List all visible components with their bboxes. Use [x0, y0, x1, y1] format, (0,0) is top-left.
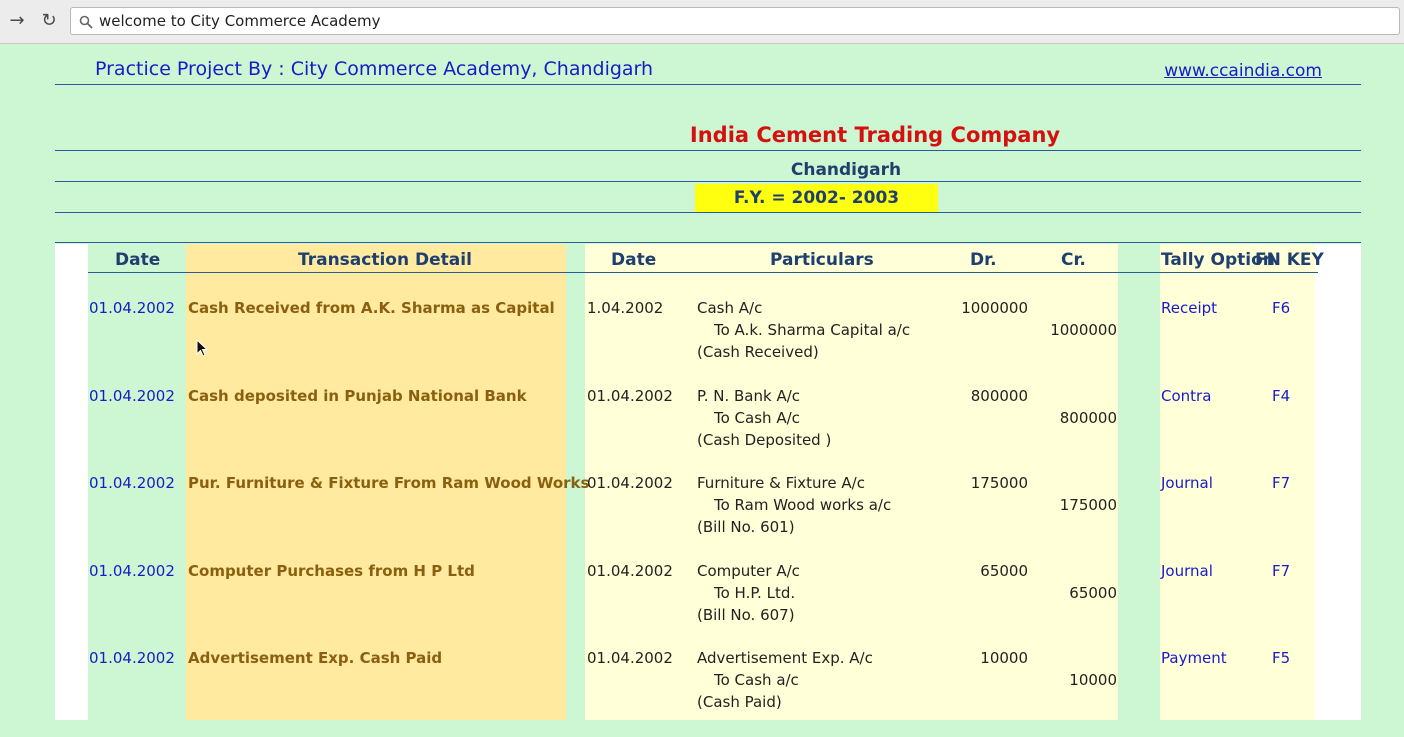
row-entry-date: 1.04.2002 [587, 299, 664, 317]
divider [55, 181, 1361, 182]
row-debit-account: P. N. Bank A/c [697, 387, 801, 405]
mouse-pointer-icon [196, 339, 208, 357]
divider [55, 150, 1361, 151]
row-date: 01.04.2002 [89, 562, 175, 580]
spreadsheet-page: Practice Project By : City Commerce Acad… [0, 44, 1404, 720]
row-credit-account: To H.P. Ltd. [714, 584, 796, 602]
website-link[interactable]: www.ccaindia.com [1164, 61, 1322, 81]
company-city: Chandigarh [790, 160, 902, 180]
row-entry-date: 01.04.2002 [587, 562, 673, 580]
row-debit-account: Advertisement Exp. A/c [697, 649, 873, 667]
row-debit-amount: 175000 [970, 474, 1028, 492]
row-fn-key: F7 [1272, 562, 1291, 580]
row-tally-option: Journal [1161, 562, 1213, 580]
row-debit-account: Computer A/c [697, 562, 800, 580]
table-row: 01.04.2002 Advertisement Exp. Cash Paid … [0, 649, 1404, 737]
reload-icon[interactable]: ↻ [38, 10, 60, 32]
table-row: 01.04.2002 Computer Purchases from H P L… [0, 562, 1404, 650]
row-tally-option: Receipt [1161, 299, 1218, 317]
row-fn-key: F7 [1272, 474, 1291, 492]
address-input[interactable] [99, 10, 1379, 32]
row-entry-date: 01.04.2002 [587, 474, 673, 492]
row-narration: (Cash Paid) [697, 693, 782, 711]
forward-arrow-icon[interactable]: → [6, 10, 28, 32]
table-row: 01.04.2002 Cash deposited in Punjab Nati… [0, 387, 1404, 475]
header-transaction-detail: Transaction Detail [298, 250, 472, 270]
row-credit-amount: 800000 [1059, 409, 1117, 427]
row-credit-account: To Cash a/c [714, 671, 799, 689]
row-credit-account: To A.k. Sharma Capital a/c [714, 321, 911, 339]
row-credit-account: To Cash A/c [714, 409, 800, 427]
row-credit-amount: 175000 [1059, 496, 1117, 514]
header-fn-key: FN KEY [1255, 250, 1324, 270]
row-debit-amount: 1000000 [961, 299, 1028, 317]
table-row: 01.04.2002 Pur. Furniture & Fixture From… [0, 474, 1404, 562]
row-date: 01.04.2002 [89, 299, 175, 317]
row-fn-key: F6 [1272, 299, 1291, 317]
financial-year: F.Y. = 2002- 2003 [695, 184, 938, 212]
row-date: 01.04.2002 [89, 387, 175, 405]
row-narration: (Bill No. 607) [697, 606, 795, 624]
header-credit: Cr. [1061, 250, 1086, 270]
row-transaction-detail: Advertisement Exp. Cash Paid [188, 649, 443, 667]
row-tally-option: Contra [1161, 387, 1212, 405]
row-transaction-detail: Pur. Furniture & Fixture From Ram Wood W… [188, 474, 590, 492]
row-narration: (Bill No. 601) [697, 518, 795, 536]
row-entry-date: 01.04.2002 [587, 387, 673, 405]
row-transaction-detail: Computer Purchases from H P Ltd [188, 562, 475, 580]
row-debit-amount: 800000 [970, 387, 1028, 405]
row-debit-amount: 10000 [980, 649, 1028, 667]
search-icon [79, 15, 93, 29]
row-tally-option: Journal [1161, 474, 1213, 492]
row-fn-key: F4 [1272, 387, 1291, 405]
row-narration: (Cash Received) [697, 343, 819, 361]
header-date: Date [115, 250, 161, 270]
header-entry-date: Date [611, 250, 657, 270]
row-debit-account: Cash A/c [697, 299, 763, 317]
table-row: 01.04.2002 Cash Received from A.K. Sharm… [0, 299, 1404, 387]
header-underline [88, 272, 1318, 273]
row-debit-amount: 65000 [980, 562, 1028, 580]
row-tally-option: Payment [1161, 649, 1227, 667]
row-date: 01.04.2002 [89, 649, 175, 667]
row-transaction-detail: Cash deposited in Punjab National Bank [188, 387, 527, 405]
row-debit-account: Furniture & Fixture A/c [697, 474, 865, 492]
browser-toolbar: → ↻ [0, 0, 1404, 44]
project-title: Practice Project By : City Commerce Acad… [95, 58, 654, 80]
row-date: 01.04.2002 [89, 474, 175, 492]
row-credit-amount: 10000 [1069, 671, 1117, 689]
row-narration: (Cash Deposited ) [697, 431, 832, 449]
header-particulars: Particulars [770, 250, 874, 270]
row-fn-key: F5 [1272, 649, 1291, 667]
row-credit-amount: 1000000 [1050, 321, 1117, 339]
divider [55, 242, 1361, 243]
header-debit: Dr. [970, 250, 997, 270]
divider [55, 212, 1361, 213]
row-credit-account: To Ram Wood works a/c [714, 496, 892, 514]
row-entry-date: 01.04.2002 [587, 649, 673, 667]
address-bar[interactable] [70, 7, 1400, 35]
divider [55, 84, 1361, 85]
row-credit-amount: 65000 [1069, 584, 1117, 602]
row-transaction-detail: Cash Received from A.K. Sharma as Capita… [188, 299, 555, 317]
company-name: India Cement Trading Company [689, 123, 1061, 147]
